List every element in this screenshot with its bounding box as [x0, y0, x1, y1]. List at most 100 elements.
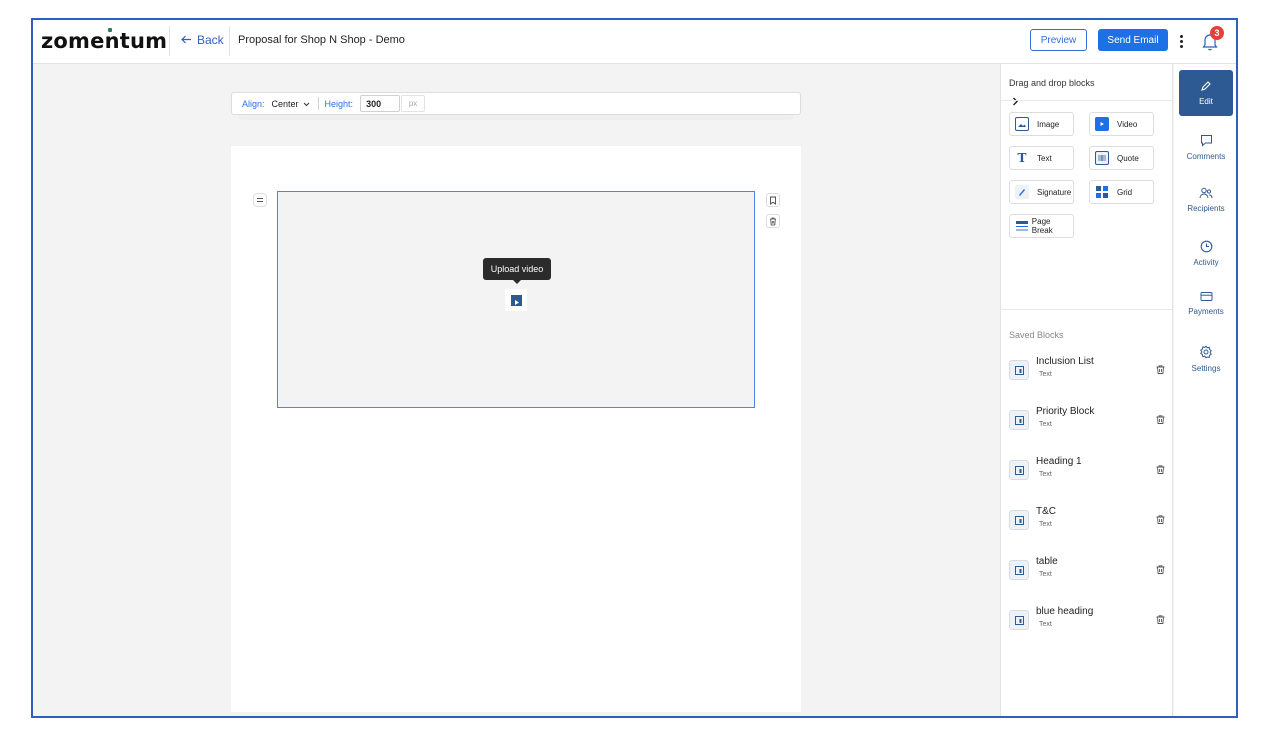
align-select[interactable]: Center	[272, 99, 310, 109]
block-toolbar: Align: Center Height: px	[231, 92, 801, 115]
chevron-down-icon	[303, 99, 310, 109]
blocks-panel: Drag and drop blocks Image Video T Text …	[1000, 64, 1173, 716]
trash-icon[interactable]	[766, 214, 780, 228]
more-vertical-icon[interactable]	[1175, 31, 1187, 51]
block-label: Page Break	[1031, 217, 1053, 235]
panel-divider	[1001, 100, 1172, 101]
rail-label: Activity	[1193, 257, 1219, 267]
saved-block-type: Text	[1039, 471, 1052, 478]
saved-block-icon[interactable]	[1009, 560, 1029, 580]
gear-icon	[1199, 345, 1213, 361]
saved-block-icon[interactable]	[1009, 610, 1029, 630]
block-page-break[interactable]: Page Break	[1009, 214, 1074, 238]
logo: zomentum	[41, 29, 168, 53]
block-image[interactable]: Image	[1009, 112, 1074, 136]
block-label: Grid	[1117, 187, 1133, 197]
height-input[interactable]	[360, 95, 401, 112]
trash-icon[interactable]	[1155, 412, 1167, 424]
align-value: Center	[271, 98, 299, 109]
rail-label: Comments	[1186, 151, 1226, 161]
rail-comments[interactable]: Comments	[1179, 124, 1233, 170]
app-frame: zomentum Back Proposal for Shop N Shop -…	[31, 18, 1238, 718]
saved-block-type: Text	[1039, 621, 1052, 628]
block-signature[interactable]: Signature	[1009, 180, 1074, 204]
image-icon	[1015, 117, 1029, 131]
saved-block-item[interactable]: table Text	[1009, 556, 1167, 592]
text-icon: T	[1017, 151, 1027, 165]
saved-block-item[interactable]: Inclusion List Text	[1009, 356, 1167, 392]
comment-icon	[1200, 134, 1213, 149]
rail-label: Recipients	[1187, 204, 1225, 213]
saved-block-type: Text	[1039, 421, 1052, 428]
saved-block-item[interactable]: blue heading Text	[1009, 606, 1167, 642]
trash-icon[interactable]	[1155, 612, 1167, 624]
saved-block-icon[interactable]	[1009, 510, 1029, 530]
height-label: Height:	[324, 98, 354, 109]
saved-block-type: Text	[1039, 371, 1052, 378]
rail-recipients[interactable]: Recipients	[1179, 177, 1233, 223]
send-email-button[interactable]: Send Email	[1098, 29, 1168, 51]
rail-activity[interactable]: Activity	[1179, 230, 1233, 276]
header-divider	[169, 26, 170, 56]
toolbar-divider	[317, 97, 319, 110]
rail-label: Payments	[1188, 306, 1224, 316]
block-label: Quote	[1117, 153, 1139, 163]
video-icon	[1095, 117, 1109, 131]
panel-divider	[1001, 309, 1172, 310]
saved-block-name: table	[1036, 556, 1058, 567]
block-label: Text	[1037, 153, 1052, 163]
quote-icon	[1095, 151, 1109, 165]
rail-label: Settings	[1191, 364, 1221, 373]
saved-block-type: Text	[1039, 521, 1052, 528]
saved-block-item[interactable]: Heading 1 Text	[1009, 456, 1167, 492]
right-rail: Edit Comments Recipients Activity Paymen…	[1174, 64, 1236, 716]
video-play-icon	[510, 294, 522, 306]
block-label: Image	[1037, 119, 1060, 129]
block-text[interactable]: T Text	[1009, 146, 1074, 170]
rail-settings[interactable]: Settings	[1179, 336, 1233, 382]
saved-block-type: Text	[1039, 571, 1052, 578]
saved-block-name: blue heading	[1036, 606, 1094, 617]
logo-accent	[108, 28, 112, 32]
rail-label: Edit	[1199, 97, 1213, 106]
upload-video-button[interactable]	[505, 289, 527, 311]
users-icon	[1199, 187, 1213, 201]
saved-block-name: Heading 1	[1036, 456, 1082, 467]
clock-icon	[1200, 240, 1213, 255]
signature-icon	[1015, 185, 1029, 199]
chevron-right-icon[interactable]	[1001, 92, 1029, 110]
block-quote[interactable]: Quote	[1089, 146, 1154, 170]
bookmark-icon[interactable]	[766, 193, 780, 207]
block-label: Signature	[1037, 187, 1072, 197]
trash-icon[interactable]	[1155, 562, 1167, 574]
saved-block-icon[interactable]	[1009, 360, 1029, 380]
trash-icon[interactable]	[1155, 512, 1167, 524]
header-divider	[229, 26, 230, 56]
trash-icon[interactable]	[1155, 362, 1167, 374]
saved-block-name: Priority Block	[1036, 406, 1095, 417]
grid-icon	[1095, 185, 1109, 199]
toolbar-shadow	[239, 115, 793, 120]
block-label: Video	[1117, 119, 1138, 129]
upload-tooltip: Upload video	[483, 258, 551, 284]
card-icon	[1200, 291, 1213, 304]
rail-edit[interactable]: Edit	[1179, 70, 1233, 116]
saved-block-item[interactable]: Priority Block Text	[1009, 406, 1167, 442]
top-header: zomentum Back Proposal for Shop N Shop -…	[33, 20, 1236, 64]
rail-payments[interactable]: Payments	[1179, 280, 1233, 326]
back-label: Back	[197, 33, 224, 47]
saved-blocks-title: Saved Blocks	[1009, 330, 1064, 340]
page-title: Proposal for Shop N Shop - Demo	[238, 34, 405, 46]
saved-block-item[interactable]: T&C Text	[1009, 506, 1167, 542]
block-grid[interactable]: Grid	[1089, 180, 1154, 204]
trash-icon[interactable]	[1155, 462, 1167, 474]
saved-block-name: Inclusion List	[1036, 356, 1094, 367]
block-video[interactable]: Video	[1089, 112, 1154, 136]
back-button[interactable]: Back	[181, 33, 224, 47]
saved-block-icon[interactable]	[1009, 460, 1029, 480]
drag-handle-icon[interactable]	[253, 193, 267, 207]
arrow-left-icon	[181, 33, 192, 47]
preview-button[interactable]: Preview	[1030, 29, 1087, 51]
align-label: Align:	[242, 98, 265, 109]
saved-block-icon[interactable]	[1009, 410, 1029, 430]
